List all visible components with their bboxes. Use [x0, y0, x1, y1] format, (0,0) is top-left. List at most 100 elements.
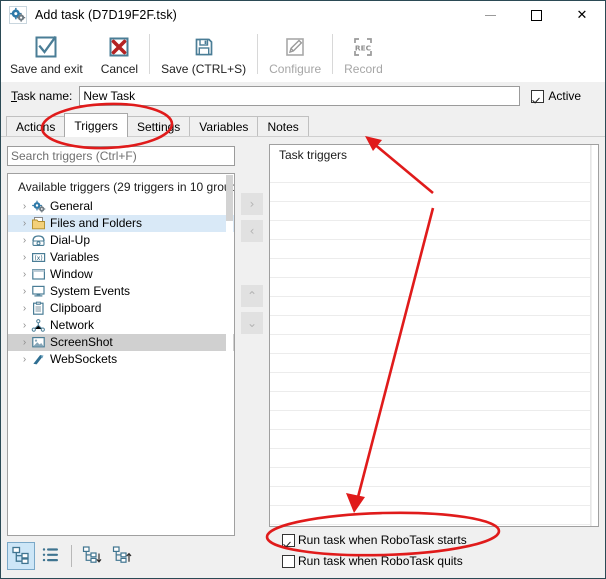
tree-item-network[interactable]: › Network: [8, 317, 234, 334]
task-trigger-row[interactable]: [270, 297, 598, 316]
tab-triggers[interactable]: Triggers: [64, 113, 128, 137]
tree-item-variables[interactable]: › (x) Variables: [8, 249, 234, 266]
chevron-right-icon[interactable]: ›: [18, 218, 31, 229]
run-on-quit-checkbox[interactable]: Run task when RoboTask quits: [282, 554, 463, 568]
save-button[interactable]: Save (CTRL+S): [152, 29, 255, 81]
scrollbar-thumb[interactable]: [226, 175, 233, 221]
list-view-button[interactable]: [37, 542, 65, 570]
chevron-right-icon[interactable]: ›: [18, 303, 31, 314]
tree-view-icon: [11, 545, 31, 568]
task-trigger-row[interactable]: [270, 354, 598, 373]
variable-x-icon: (x): [31, 250, 47, 265]
task-triggers-scrollbar[interactable]: [591, 145, 598, 526]
task-trigger-row[interactable]: [270, 449, 598, 468]
tree-item-general[interactable]: › General: [8, 198, 234, 215]
search-triggers-box[interactable]: [7, 146, 235, 166]
triggers-tab-content: Available triggers (29 triggers in 10 gr…: [1, 137, 605, 578]
chevron-right-icon[interactable]: ›: [18, 286, 31, 297]
tree-item-files-and-folders-label: Files and Folders: [50, 216, 143, 230]
tree-item-network-label: Network: [50, 318, 95, 332]
active-checkbox[interactable]: Active: [531, 89, 581, 103]
save-label: Save (CTRL+S): [161, 62, 247, 76]
tree-item-system-events[interactable]: › System Events: [8, 283, 234, 300]
task-name-input[interactable]: [79, 86, 521, 106]
task-trigger-row[interactable]: [270, 430, 598, 449]
task-trigger-row[interactable]: [270, 164, 598, 183]
chevron-right-icon[interactable]: ›: [18, 235, 31, 246]
task-triggers-header: Task triggers: [270, 145, 598, 164]
tree-item-screenshot[interactable]: › ScreenShot: [8, 334, 234, 351]
tree-item-window[interactable]: › Window: [8, 266, 234, 283]
tab-variables[interactable]: Variables: [189, 116, 259, 137]
chevron-right-icon[interactable]: ›: [18, 252, 31, 263]
active-checkbox-label: Active: [548, 89, 582, 103]
chevron-right-icon[interactable]: ›: [18, 354, 31, 365]
transfer-buttons: › ‹ ⌃ ⌄: [241, 193, 263, 339]
tab-variables-label: Variables: [199, 120, 249, 134]
tree-item-window-label: Window: [50, 267, 93, 281]
tab-notes-label: Notes: [267, 120, 299, 134]
task-trigger-row[interactable]: [270, 240, 598, 259]
task-trigger-row[interactable]: [270, 468, 598, 487]
mini-toolbar-separator: [71, 545, 72, 567]
chevron-right-icon[interactable]: ›: [18, 269, 31, 280]
run-on-start-checkbox[interactable]: Run task when RoboTask starts: [282, 533, 467, 547]
run-on-quit-checkbox-box[interactable]: [282, 554, 295, 568]
save-and-exit-button[interactable]: Save and exit: [1, 29, 92, 81]
pencil-icon: [282, 33, 308, 61]
active-checkbox-box[interactable]: [531, 89, 545, 103]
move-down-button[interactable]: ⌄: [241, 312, 263, 334]
add-trigger-button[interactable]: ›: [241, 193, 263, 215]
available-triggers-scrollbar[interactable]: [226, 175, 233, 535]
svg-text:(x): (x): [34, 255, 42, 262]
close-icon: ✕: [576, 7, 588, 22]
tree-item-clipboard-label: Clipboard: [50, 301, 102, 315]
tab-actions[interactable]: Actions: [6, 116, 66, 137]
remove-trigger-button[interactable]: ‹: [241, 220, 263, 242]
chevron-right-icon[interactable]: ›: [18, 201, 31, 212]
tree-item-dial-up[interactable]: › Dial-Up: [8, 232, 234, 249]
task-trigger-row[interactable]: [270, 278, 598, 297]
rec-icon: REC: [350, 33, 376, 61]
close-button[interactable]: ✕: [559, 1, 605, 29]
network-icon: [31, 318, 47, 333]
task-trigger-row[interactable]: [270, 202, 598, 221]
tree-item-files-and-folders[interactable]: › Files and Folders: [8, 215, 234, 232]
tree-item-websockets[interactable]: › WebSockets: [8, 351, 234, 368]
tree-item-clipboard[interactable]: › Clipboard: [8, 300, 234, 317]
tab-settings[interactable]: Settings: [126, 116, 191, 137]
checkbox-check-icon: [33, 33, 59, 61]
task-trigger-row[interactable]: [270, 183, 598, 202]
record-label: Record: [344, 62, 383, 76]
task-trigger-row[interactable]: [270, 259, 598, 278]
tree-view-toolbar: [7, 539, 235, 573]
task-trigger-row[interactable]: [270, 316, 598, 335]
configure-button[interactable]: Configure: [260, 29, 330, 81]
expand-all-button[interactable]: [78, 542, 106, 570]
search-input[interactable]: [8, 149, 234, 163]
tab-notes[interactable]: Notes: [257, 116, 309, 137]
gears-icon: [31, 199, 47, 214]
task-trigger-row[interactable]: [270, 487, 598, 506]
run-on-start-checkbox-box[interactable]: [282, 533, 295, 547]
task-name-label: Task name:: [11, 89, 73, 103]
maximize-button[interactable]: [513, 1, 559, 29]
task-trigger-row[interactable]: [270, 221, 598, 240]
chevron-right-icon[interactable]: ›: [18, 320, 31, 331]
available-triggers-panel[interactable]: Available triggers (29 triggers in 10 gr…: [7, 173, 235, 536]
cancel-button[interactable]: Cancel: [92, 29, 147, 81]
task-trigger-row[interactable]: [270, 335, 598, 354]
task-trigger-row[interactable]: [270, 392, 598, 411]
task-triggers-panel[interactable]: Task triggers: [269, 144, 599, 527]
task-trigger-row[interactable]: [270, 506, 598, 525]
minimize-button[interactable]: [467, 1, 513, 29]
chevron-right-icon[interactable]: ›: [18, 337, 31, 348]
task-trigger-row[interactable]: [270, 411, 598, 430]
task-triggers-rows[interactable]: [270, 164, 598, 526]
tree-view-button[interactable]: [7, 542, 35, 570]
move-up-button[interactable]: ⌃: [241, 285, 263, 307]
task-trigger-row[interactable]: [270, 373, 598, 392]
run-on-quit-label: Run task when RoboTask quits: [298, 554, 463, 568]
collapse-all-button[interactable]: [108, 542, 136, 570]
record-button[interactable]: REC Record: [335, 29, 392, 81]
